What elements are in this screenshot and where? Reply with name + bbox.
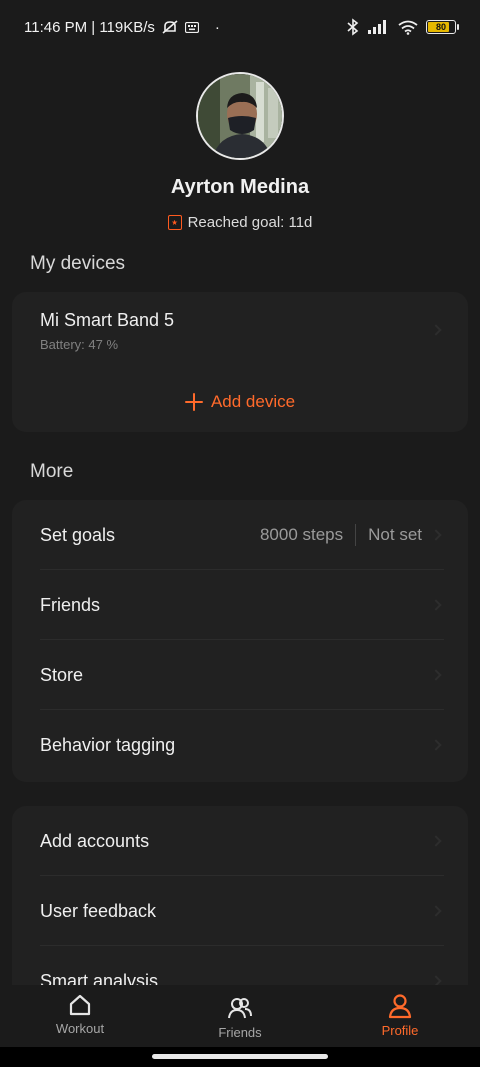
weight-goal-value: Not set <box>368 525 422 544</box>
status-bar: 11:46 PM | 119KB/s · 80 <box>0 0 480 54</box>
profile-icon <box>388 994 412 1019</box>
device-name: Mi Smart Band 5 <box>40 310 175 330</box>
devices-card: Mi Smart Band 5 Battery: 47 % Add device <box>12 292 468 432</box>
wifi-icon <box>398 20 418 35</box>
nav-workout[interactable]: Workout <box>0 985 160 1047</box>
friends-row[interactable]: Friends <box>12 570 468 640</box>
user-feedback-label: User feedback <box>40 900 157 921</box>
store-label: Store <box>40 664 84 685</box>
section-title-devices: My devices <box>30 253 126 274</box>
nav-workout-label: Workout <box>55 1021 105 1036</box>
status-left: 11:46 PM | 119KB/s · <box>24 19 220 36</box>
signal-icon <box>368 20 390 34</box>
more-card: Set goals 8000 steps Not set Friends Sto… <box>12 500 468 782</box>
friends-label: Friends <box>40 594 101 615</box>
chevron-right-icon <box>430 669 442 681</box>
user-name: Ayrton Medina <box>170 176 310 198</box>
nav-profile[interactable]: Profile <box>320 985 480 1047</box>
behavior-tagging-label: Behavior tagging <box>40 734 176 755</box>
steps-goal-value: 8000 steps <box>259 525 344 544</box>
add-accounts-label: Add accounts <box>40 830 150 851</box>
goal-status: Reached goal: 11d <box>0 214 480 231</box>
goal-text: Reached goal: 11d <box>187 214 313 231</box>
battery-level: 80 <box>435 22 446 32</box>
nav-profile-label: Profile <box>381 1023 419 1038</box>
set-goals-label: Set goals <box>40 524 116 545</box>
section-title-more: More <box>30 461 74 482</box>
user-feedback-row[interactable]: User feedback <box>12 876 468 946</box>
add-device-button[interactable]: Add device <box>12 372 468 432</box>
plus-icon <box>184 393 203 411</box>
chevron-right-icon <box>430 599 442 611</box>
home-icon <box>69 994 91 1016</box>
set-goals-values: 8000 steps Not set <box>260 524 422 546</box>
value-divider <box>355 524 357 546</box>
nav-friends-label: Friends <box>218 1025 262 1040</box>
nav-friends[interactable]: Friends <box>160 985 320 1047</box>
bottom-nav: Workout Friends Profile <box>0 985 480 1047</box>
chevron-right-icon <box>430 529 442 541</box>
chevron-right-icon <box>430 739 442 751</box>
goal-badge-icon <box>167 215 182 230</box>
behavior-tagging-row[interactable]: Behavior tagging <box>12 710 468 780</box>
add-accounts-row[interactable]: Add accounts <box>12 806 468 876</box>
home-indicator[interactable] <box>152 1054 328 1059</box>
bluetooth-icon <box>346 18 360 36</box>
status-right: 80 <box>346 18 459 36</box>
chevron-right-icon <box>430 835 442 847</box>
status-dot: · <box>214 18 220 36</box>
keyboard-icon <box>184 21 199 33</box>
device-battery: Battery: 47 % <box>40 337 119 352</box>
friends-icon <box>228 998 252 1019</box>
avatar[interactable] <box>196 72 284 160</box>
add-device-label: Add device <box>210 392 296 411</box>
status-time-speed: 11:46 PM | 119KB/s <box>24 18 155 36</box>
device-item[interactable]: Mi Smart Band 5 Battery: 47 % <box>12 292 468 372</box>
notification-off-icon <box>161 19 179 35</box>
battery-icon: 80 <box>426 20 459 34</box>
store-row[interactable]: Store <box>12 640 468 710</box>
chevron-right-icon <box>430 905 442 917</box>
account-card: Add accounts User feedback Smart analysi… <box>12 806 468 996</box>
set-goals-row[interactable]: Set goals 8000 steps Not set <box>12 500 468 570</box>
